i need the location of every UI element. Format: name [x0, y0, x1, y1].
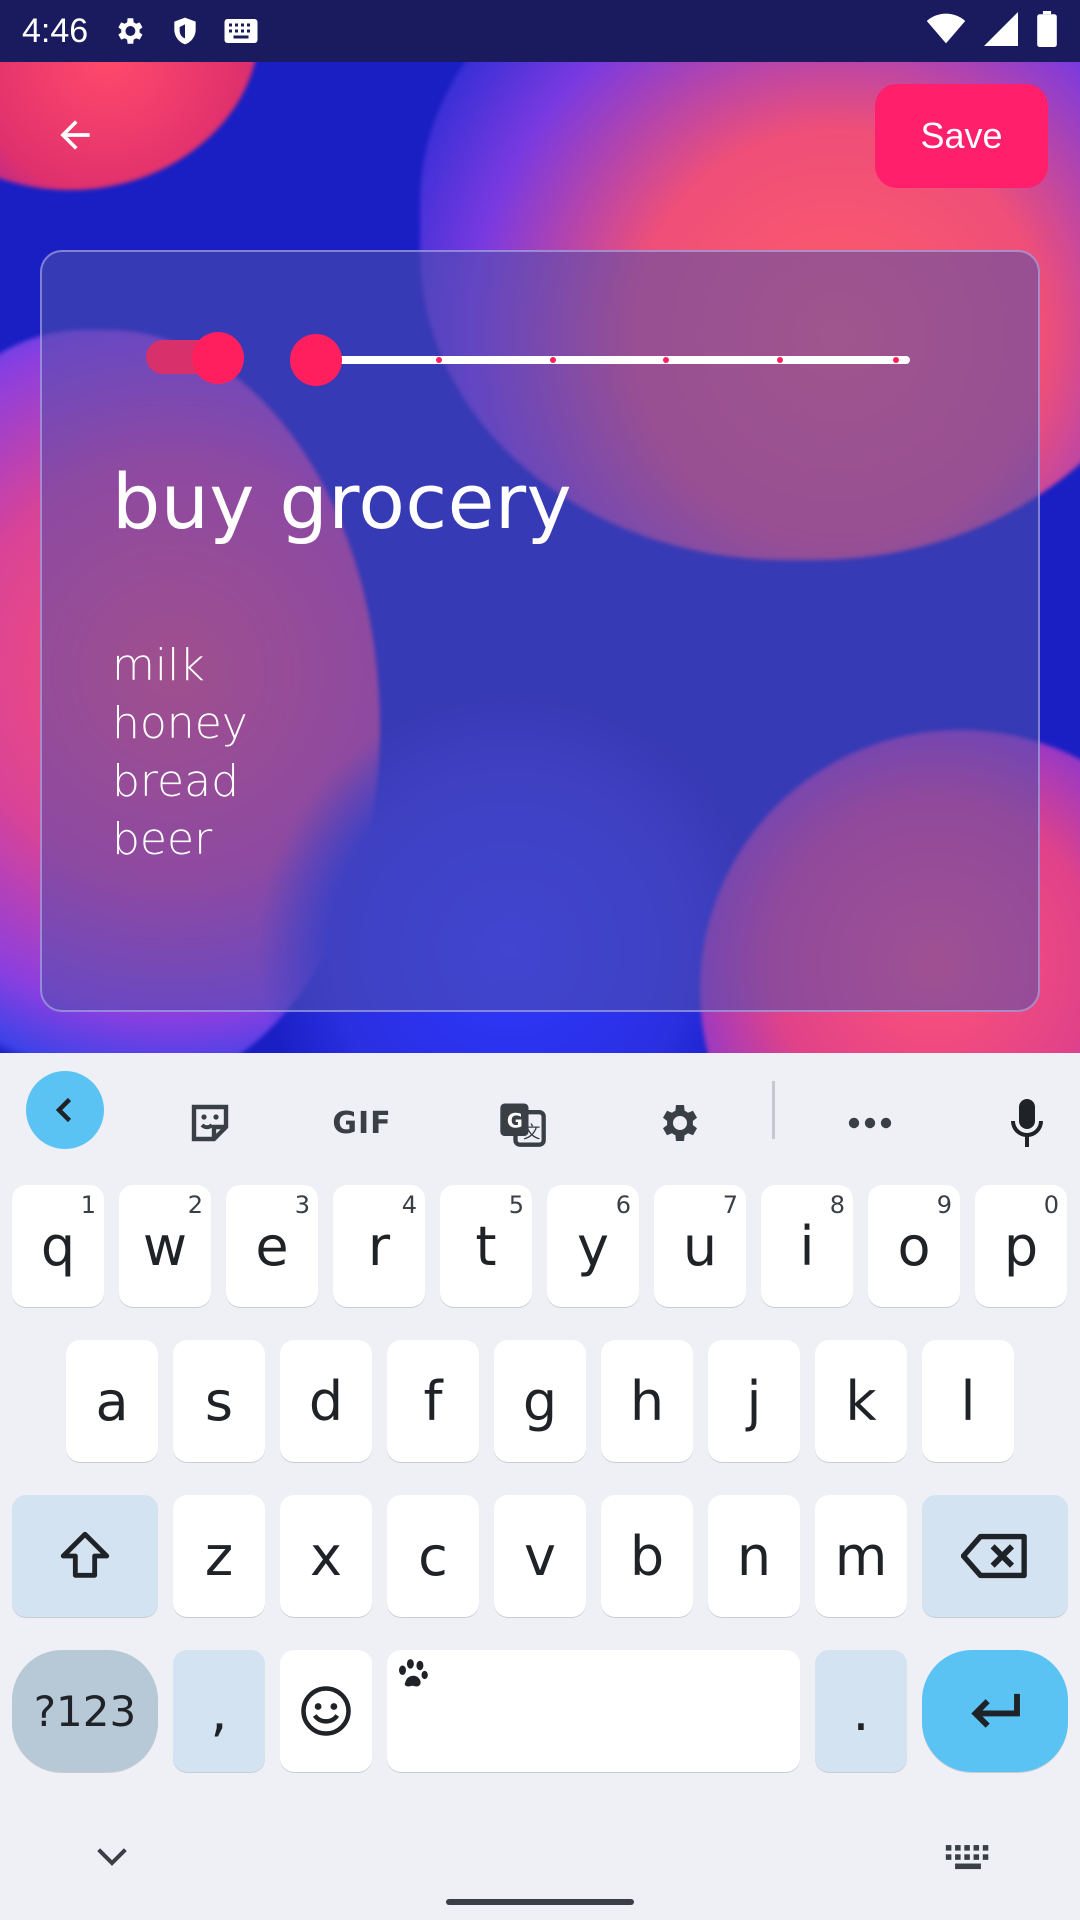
key-g[interactable]: g	[494, 1340, 586, 1462]
more-options-button[interactable]	[830, 1083, 910, 1163]
gif-button[interactable]: GIF	[322, 1083, 402, 1163]
key-e[interactable]: e3	[226, 1185, 318, 1307]
enter-icon	[971, 1693, 1020, 1728]
shift-key[interactable]	[12, 1495, 158, 1617]
slider-track	[320, 356, 910, 364]
note-title[interactable]: buy grocery	[112, 457, 572, 546]
key-t[interactable]: t5	[440, 1185, 532, 1307]
save-button[interactable]: Save	[875, 84, 1048, 188]
shift-icon	[60, 1531, 110, 1578]
gif-label: GIF	[332, 1105, 392, 1141]
battery-icon	[1036, 11, 1058, 51]
collapse-toolbar-button[interactable]	[26, 1071, 104, 1149]
svg-text:文: 文	[523, 1123, 540, 1143]
backspace-key[interactable]	[922, 1495, 1068, 1617]
priority-slider[interactable]	[290, 334, 910, 396]
keyboard-icon	[945, 1845, 989, 1870]
paw-icon	[399, 1659, 428, 1687]
toolbar-divider	[772, 1081, 775, 1139]
home-indicator[interactable]	[446, 1899, 634, 1905]
keyboard-icon	[222, 12, 260, 50]
enter-key[interactable]	[922, 1650, 1068, 1772]
slider-tick	[663, 357, 669, 363]
key-s[interactable]: s	[173, 1340, 265, 1462]
slider-tick	[436, 357, 442, 363]
key-b[interactable]: b	[601, 1495, 693, 1617]
comma-key[interactable]: ,	[173, 1650, 265, 1772]
symbols-key[interactable]: ?123	[12, 1650, 158, 1772]
emoji-icon	[301, 1686, 351, 1736]
back-button[interactable]	[40, 100, 110, 170]
hide-keyboard-button[interactable]	[92, 1843, 132, 1877]
switch-keyboard-button[interactable]	[944, 1843, 992, 1877]
note-line: honey	[112, 698, 248, 749]
key-w[interactable]: w2	[119, 1185, 211, 1307]
emoji-key[interactable]	[280, 1650, 372, 1772]
slider-thumb[interactable]	[290, 334, 342, 386]
more-horiz-icon	[848, 1117, 892, 1129]
key-p[interactable]: p0	[975, 1185, 1067, 1307]
key-x[interactable]: x	[280, 1495, 372, 1617]
key-a[interactable]: a	[66, 1340, 158, 1462]
note-card: buy grocery milk honey bread beer	[40, 250, 1040, 1012]
note-editor: 4:46 Save buy grocery milk honey bread b…	[0, 0, 1080, 1053]
space-key[interactable]	[387, 1650, 800, 1772]
svg-text:G: G	[507, 1109, 523, 1132]
slider-tick	[893, 357, 899, 363]
note-line: bread	[112, 756, 240, 807]
gear-icon	[110, 12, 148, 50]
key-f[interactable]: f	[387, 1340, 479, 1462]
key-h[interactable]: h	[601, 1340, 693, 1462]
voice-input-button[interactable]	[987, 1083, 1067, 1163]
keyboard-settings-button[interactable]	[638, 1083, 718, 1163]
note-body[interactable]: milk honey bread beer	[112, 637, 248, 869]
soft-keyboard: GIF G文 q1 w2 e3 r4 t5 y6 u7 i8 o9 p0 a s…	[0, 1053, 1080, 1920]
key-k[interactable]: k	[815, 1340, 907, 1462]
key-n[interactable]: n	[708, 1495, 800, 1617]
toggle-switch-knob[interactable]	[192, 332, 244, 384]
key-v[interactable]: v	[494, 1495, 586, 1617]
microphone-icon	[1011, 1099, 1043, 1147]
key-o[interactable]: o9	[868, 1185, 960, 1307]
note-line: beer	[112, 814, 213, 865]
key-l[interactable]: l	[922, 1340, 1014, 1462]
sticker-icon	[191, 1104, 229, 1142]
key-u[interactable]: u7	[654, 1185, 746, 1307]
translate-button[interactable]: G文	[482, 1083, 562, 1163]
status-bar: 4:46	[0, 0, 1080, 62]
status-time: 4:46	[22, 11, 89, 50]
key-m[interactable]: m	[815, 1495, 907, 1617]
chevron-left-icon	[55, 1097, 72, 1123]
signal-icon	[984, 12, 1018, 50]
key-c[interactable]: c	[387, 1495, 479, 1617]
wifi-icon	[926, 13, 966, 49]
period-key[interactable]: .	[815, 1650, 907, 1772]
key-q[interactable]: q1	[12, 1185, 104, 1307]
key-z[interactable]: z	[173, 1495, 265, 1617]
key-i[interactable]: i8	[761, 1185, 853, 1307]
slider-tick	[777, 357, 783, 363]
keyboard-toolbar: GIF G文	[0, 1053, 1080, 1169]
shield-icon	[166, 12, 204, 50]
key-d[interactable]: d	[280, 1340, 372, 1462]
gear-icon	[663, 1105, 697, 1141]
arrow-left-icon	[60, 120, 90, 150]
sticker-button[interactable]	[170, 1083, 250, 1163]
chevron-down-icon	[97, 1848, 127, 1866]
translate-icon: G文	[500, 1103, 546, 1147]
key-j[interactable]: j	[708, 1340, 800, 1462]
slider-tick	[550, 357, 556, 363]
key-y[interactable]: y6	[547, 1185, 639, 1307]
key-r[interactable]: r4	[333, 1185, 425, 1307]
backspace-icon	[961, 1533, 1027, 1579]
note-line: milk	[112, 640, 205, 691]
